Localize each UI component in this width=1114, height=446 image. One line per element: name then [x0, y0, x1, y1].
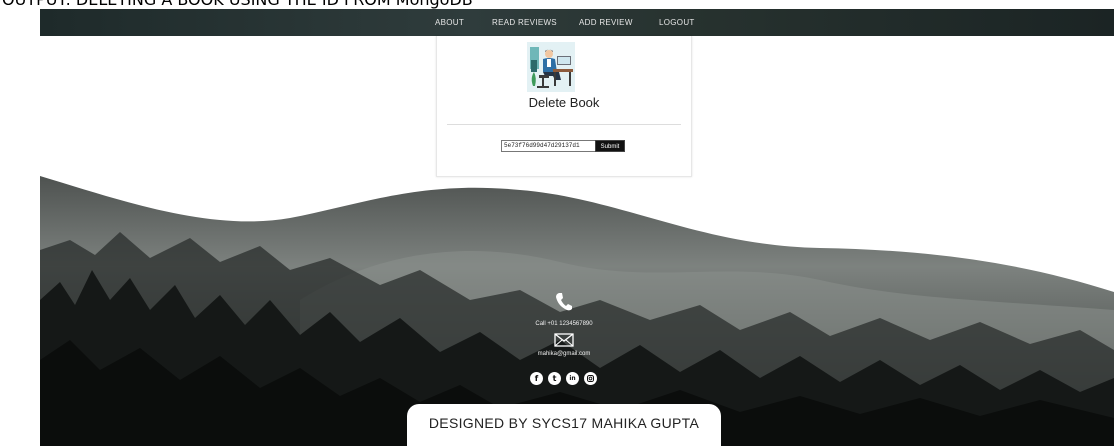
linkedin-icon[interactable]: in — [566, 372, 579, 385]
office-worker-illustration — [527, 42, 575, 92]
envelope-icon — [554, 333, 574, 347]
nav-read-reviews[interactable]: READ REVIEWS — [492, 9, 557, 36]
document-caption: OUTPUT: DELETING A BOOK USING THE ID FRO… — [0, 0, 1114, 9]
phone-icon — [556, 293, 572, 311]
submit-button[interactable]: Submit — [595, 140, 625, 152]
call-text: Call +01 1234567890 — [535, 321, 593, 327]
social-links: f t in — [530, 372, 598, 386]
designer-credit: DESIGNED BY SYCS17 MAHIKA GUPTA — [407, 404, 721, 446]
navbar: ABOUT READ REVIEWS ADD REVIEW LOGOUT — [40, 9, 1114, 36]
delete-book-card: Delete Book 5e73f76d99d47d29137d1 Submit — [436, 36, 692, 177]
email-text: mahika@gmail.com — [537, 351, 591, 357]
nav-about[interactable]: ABOUT — [435, 9, 464, 36]
nav-add-review[interactable]: ADD REVIEW — [579, 9, 633, 36]
instagram-icon[interactable] — [584, 372, 597, 385]
book-id-input[interactable]: 5e73f76d99d47d29137d1 — [501, 140, 596, 152]
card-divider — [447, 124, 681, 125]
twitter-icon[interactable]: t — [548, 372, 561, 385]
card-title: Delete Book — [528, 95, 600, 110]
nav-logout[interactable]: LOGOUT — [659, 9, 695, 36]
facebook-icon[interactable]: f — [530, 372, 543, 385]
